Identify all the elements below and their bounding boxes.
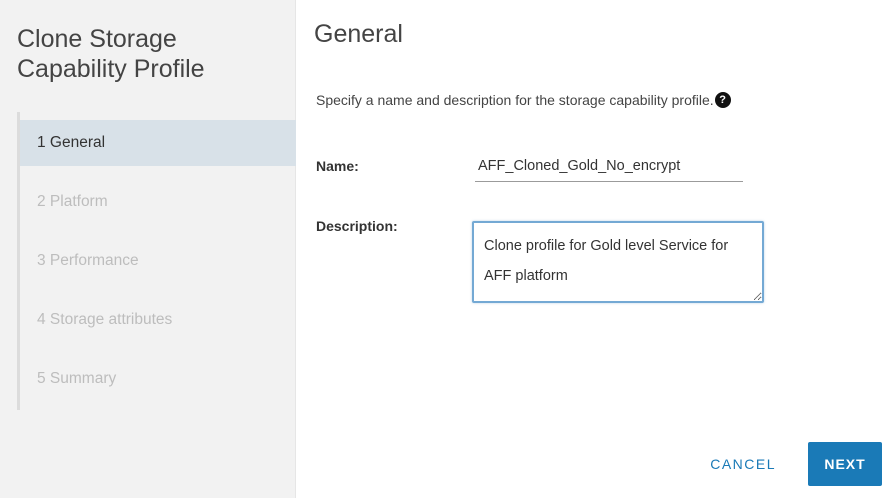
name-field[interactable] <box>475 150 743 182</box>
page-title: General <box>314 20 403 48</box>
next-button[interactable]: NEXT <box>808 442 882 486</box>
step-platform[interactable]: 2 Platform <box>20 172 296 231</box>
wizard-main: General Specify a name and description f… <box>296 0 894 498</box>
step-general[interactable]: 1 General <box>20 120 296 166</box>
description-field[interactable]: Clone profile for Gold level Service for… <box>472 221 764 303</box>
name-label: Name: <box>316 158 359 174</box>
wizard-footer: CANCEL NEXT <box>700 442 882 486</box>
wizard-title-line2: Capability Profile <box>17 55 205 83</box>
clone-profile-wizard: Clone Storage Capability Profile 1 Gener… <box>0 0 894 498</box>
wizard-steps: 1 General 2 Platform 3 Performance 4 Sto… <box>17 112 296 410</box>
help-icon[interactable]: ? <box>714 92 731 108</box>
cancel-button[interactable]: CANCEL <box>700 442 786 486</box>
instructions: Specify a name and description for the s… <box>316 92 731 108</box>
instructions-text: Specify a name and description for the s… <box>316 92 714 108</box>
description-label: Description: <box>316 218 398 234</box>
step-storage-attributes[interactable]: 4 Storage attributes <box>20 290 296 349</box>
wizard-title-line1: Clone Storage <box>17 25 177 53</box>
wizard-title: Clone Storage Capability Profile <box>17 24 277 84</box>
step-summary[interactable]: 5 Summary <box>20 349 296 408</box>
wizard-sidebar: Clone Storage Capability Profile 1 Gener… <box>0 0 296 498</box>
step-performance[interactable]: 3 Performance <box>20 231 296 290</box>
